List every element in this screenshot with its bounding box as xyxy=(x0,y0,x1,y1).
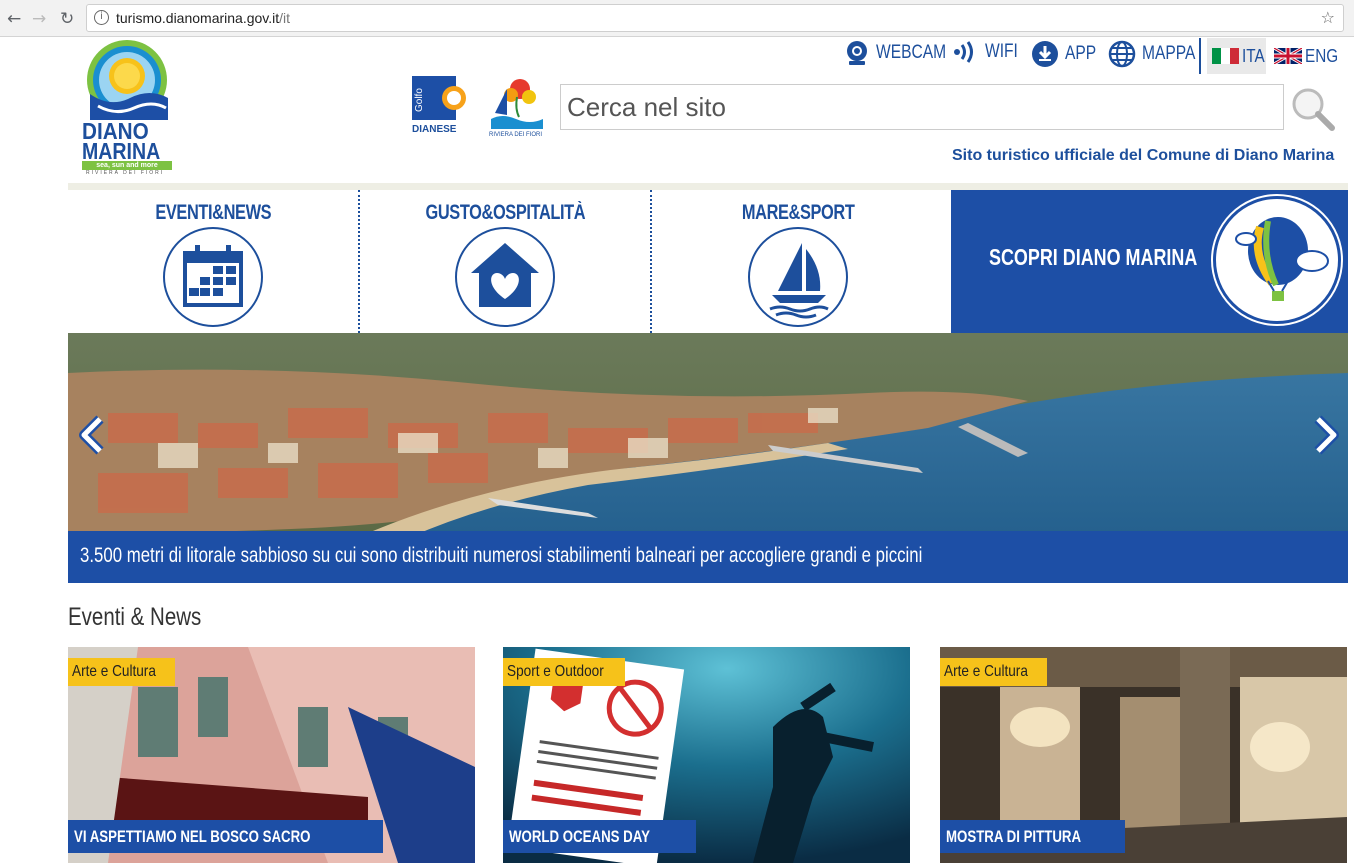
event-card[interactable]: Arte e Cultura VI ASPETTIAMO NEL BOSCO S… xyxy=(68,647,475,863)
event-title: VI ASPETTIAMO NEL BOSCO SACRO xyxy=(68,820,384,853)
italy-flag-icon xyxy=(1212,48,1239,64)
hero-next-arrow[interactable] xyxy=(1310,415,1342,455)
back-icon[interactable]: ← xyxy=(7,9,21,29)
balloon-icon xyxy=(1213,196,1341,324)
header-divider xyxy=(68,183,1348,190)
app-link[interactable]: APP xyxy=(1031,40,1103,68)
logo-name-2: MARINA xyxy=(82,138,161,164)
hero-caption-text: 3.500 metri di litorale sabbioso su cui … xyxy=(80,544,923,567)
event-category-badge: Arte e Cultura xyxy=(940,658,1047,686)
site-logo[interactable]: DIANO MARINA sea, sun and more RIVIERA D… xyxy=(80,36,176,178)
mappa-link[interactable]: MAPPA xyxy=(1108,40,1207,68)
event-category-badge: Sport e Outdoor xyxy=(503,658,625,686)
event-title: WORLD OCEANS DAY xyxy=(503,820,696,853)
hero-slider: 3.500 metri di litorale sabbioso su cui … xyxy=(68,333,1348,583)
menu-scopri-diano-marina[interactable]: SCOPRI DIANO MARINA xyxy=(951,190,1348,333)
golfo-top-text: Golfo xyxy=(414,88,425,112)
bookmark-star-icon[interactable]: ☆ xyxy=(1321,8,1335,27)
app-label: APP xyxy=(1065,43,1097,64)
event-category-badge: Arte e Cultura xyxy=(68,658,175,686)
golfo-label: DIANESE xyxy=(412,124,457,135)
address-bar[interactable]: i turismo.dianomarina.gov.it/it ☆ xyxy=(86,4,1344,32)
menu-eventi-news-label: EVENTI&NEWS xyxy=(155,201,272,224)
lang-eng-label: ENG xyxy=(1305,46,1339,66)
main-menu: EVENTI&NEWS GUSTO&OSPITALITÀ MARE&SPORT … xyxy=(68,190,1348,333)
forward-icon[interactable]: → xyxy=(32,9,46,29)
calendar-icon xyxy=(163,227,263,327)
download-icon xyxy=(1032,41,1058,67)
menu-gusto-ospitalita[interactable]: GUSTO&OSPITALITÀ xyxy=(360,190,651,333)
search-icon[interactable] xyxy=(1290,86,1336,132)
wifi-label: WIFI xyxy=(985,41,1018,62)
menu-mare-sport[interactable]: MARE&SPORT xyxy=(653,190,944,333)
events-section-title: Eventi & News xyxy=(68,603,202,631)
riviera-dei-fiori-logo[interactable]: RIVIERA DEI FIORI xyxy=(487,75,545,141)
event-card[interactable]: Arte e Cultura MOSTRA DI PITTURA xyxy=(940,647,1347,863)
webcam-link[interactable]: WEBCAM xyxy=(844,40,962,66)
sailboat-icon xyxy=(748,227,848,327)
browser-toolbar: ← → ↻ i turismo.dianomarina.gov.it/it ☆ xyxy=(0,0,1354,37)
riviera-label: RIVIERA DEI FIORI xyxy=(489,132,543,138)
language-separator xyxy=(1199,38,1201,74)
logo-sub: RIVIERA DEI FIORI xyxy=(86,170,165,176)
search-input[interactable] xyxy=(561,85,1283,129)
golfo-dianese-logo[interactable]: Golfo DIANESE xyxy=(412,76,472,140)
search-box xyxy=(560,84,1284,130)
event-title: MOSTRA DI PITTURA xyxy=(940,820,1126,853)
wifi-icon xyxy=(954,41,973,63)
info-icon[interactable]: i xyxy=(94,10,109,25)
menu-divider xyxy=(650,190,652,333)
hero-caption: 3.500 metri di litorale sabbioso su cui … xyxy=(68,531,1348,583)
webcam-icon xyxy=(847,41,867,65)
house-heart-icon xyxy=(455,227,555,327)
wifi-link[interactable]: WIFI xyxy=(953,40,1025,64)
menu-gusto-label: GUSTO&OSPITALITÀ xyxy=(425,201,586,224)
lang-ita-button[interactable]: ITA xyxy=(1207,38,1266,74)
lang-eng-button[interactable]: ENG xyxy=(1274,38,1339,74)
hero-prev-arrow[interactable] xyxy=(76,415,108,455)
menu-mare-label: MARE&SPORT xyxy=(742,201,855,224)
menu-eventi-news[interactable]: EVENTI&NEWS xyxy=(68,190,359,333)
event-card[interactable]: Sport e Outdoor WORLD OCEANS DAY xyxy=(503,647,910,863)
menu-scopri-label: SCOPRI DIANO MARINA xyxy=(989,244,1198,270)
globe-icon xyxy=(1108,40,1136,68)
url-text: turismo.dianomarina.gov.it/it xyxy=(116,10,291,26)
reload-icon[interactable]: ↻ xyxy=(60,9,74,29)
lang-ita-label: ITA xyxy=(1242,46,1265,66)
site-tagline: Sito turistico ufficiale del Comune di D… xyxy=(952,147,1335,164)
logo-tagline: sea, sun and more xyxy=(82,161,172,170)
uk-flag-icon xyxy=(1274,48,1302,64)
webcam-label: WEBCAM xyxy=(876,42,947,63)
mappa-label: MAPPA xyxy=(1142,43,1196,64)
